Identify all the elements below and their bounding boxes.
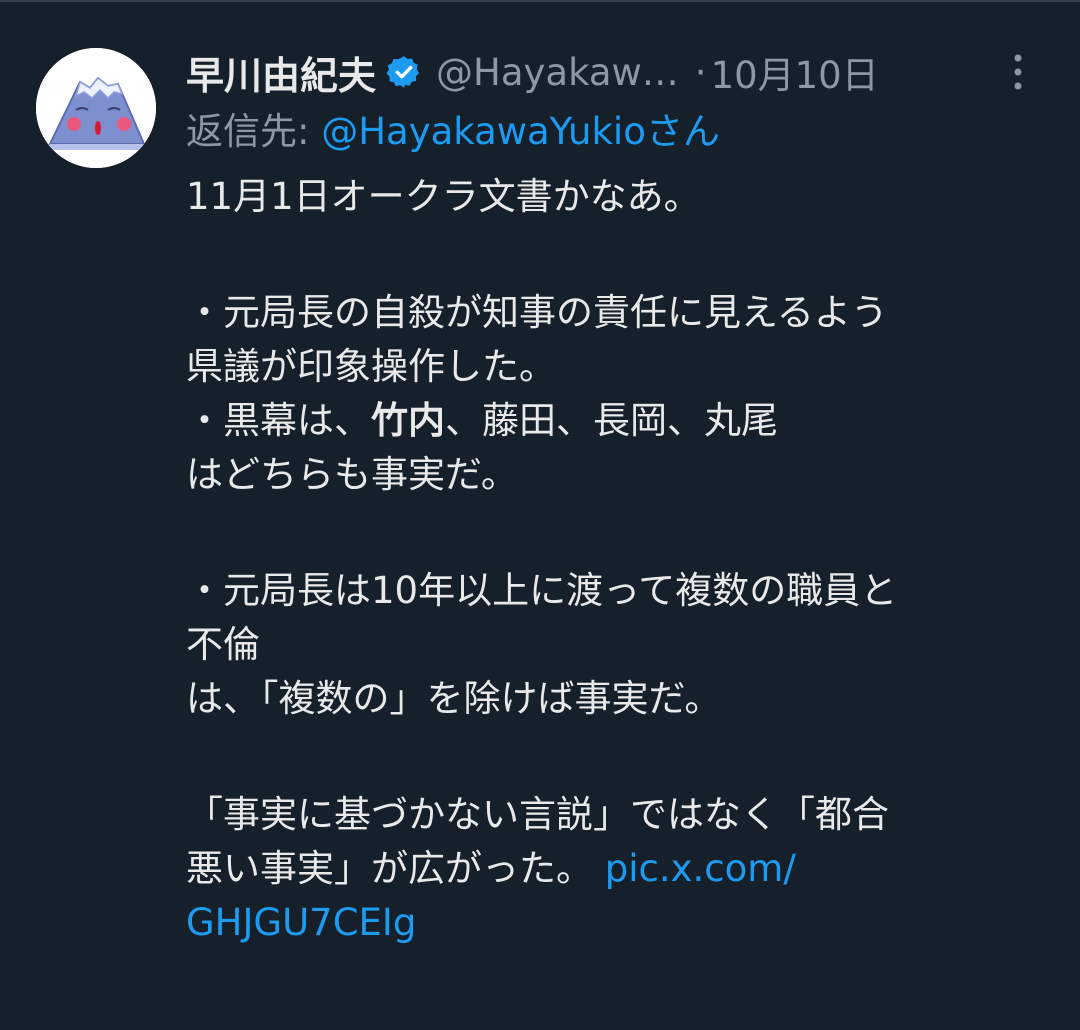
tweet-line: はどちらも事実だ。 <box>186 453 518 496</box>
tweet-line: 悪い事実」が広がった。 pic.x.com/ <box>186 842 1056 896</box>
tweet-bold-text: 竹内 <box>371 399 445 442</box>
tweet-line: ・元局長は10年以上に渡って複数の職員と <box>186 569 898 612</box>
tweet-text: 悪い事実」が広がった。 <box>186 847 605 890</box>
tweet-line: GHJGU7CEIg <box>186 896 1056 950</box>
tweet-line: ・元局長の自殺が知事の責任に見えるよう <box>186 291 888 334</box>
reply-handle-link[interactable]: @HayakawaYukio <box>321 110 646 153</box>
media-link[interactable]: GHJGU7CEIg <box>186 901 416 944</box>
tweet[interactable]: 早川由紀夫 @Hayakaw… · 10月10日 返信先: @HayakawaY… <box>186 40 1056 950</box>
tweet-date[interactable]: 10月10日 <box>711 45 879 99</box>
tweet-line: 県議が印象操作した。 <box>186 345 556 388</box>
display-name[interactable]: 早川由紀夫 <box>186 45 376 100</box>
reply-to-line: 返信先: @HayakawaYukioさん <box>186 104 1056 164</box>
tweet-line: 11月1日オークラ文書かなあ。 <box>186 175 701 218</box>
tweet-text: ・黒幕は、 <box>186 399 371 442</box>
media-link[interactable]: pic.x.com/ <box>605 847 796 890</box>
separator-dot: · <box>694 50 707 94</box>
mount-fuji-face-icon <box>36 48 156 168</box>
top-divider <box>0 0 1080 2</box>
vertical-ellipsis-icon[interactable] <box>1000 50 1036 94</box>
tweet-line: ・黒幕は、竹内、藤田、長岡、丸尾 <box>186 394 1056 448</box>
verified-badge-icon <box>386 56 420 88</box>
author-handle[interactable]: @Hayakaw… <box>436 51 679 94</box>
tweet-body: 11月1日オークラ文書かなあ。 ・元局長の自殺が知事の責任に見えるよう 県議が印… <box>186 170 1056 950</box>
tweet-line: 「事実に基づかない言説」ではなく「都合 <box>186 793 889 836</box>
tweet-text: 、藤田、長岡、丸尾 <box>445 399 778 442</box>
reply-prefix: 返信先: <box>186 110 322 153</box>
reply-suffix[interactable]: さん <box>646 110 720 153</box>
avatar[interactable] <box>36 48 156 168</box>
tweet-line: 不倫 <box>186 623 260 666</box>
tweet-header: 早川由紀夫 @Hayakaw… · 10月10日 <box>186 40 1056 104</box>
tweet-line: は、「複数の」を除けば事実だ。 <box>186 677 722 720</box>
